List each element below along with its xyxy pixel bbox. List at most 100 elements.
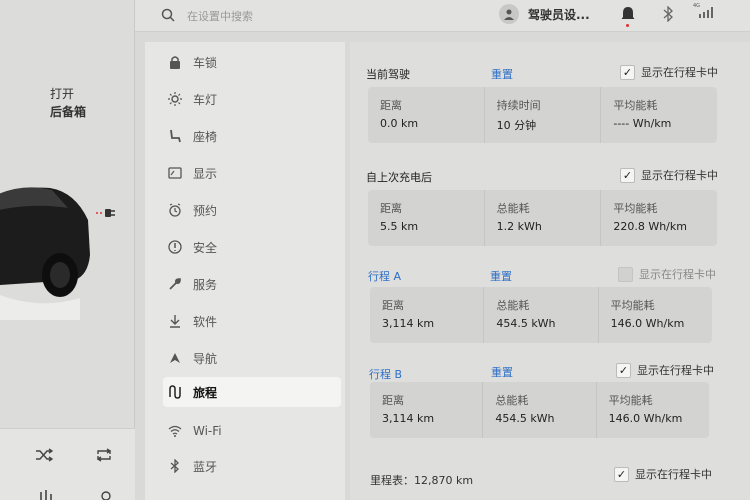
stat-value: 3,114 km xyxy=(382,317,435,330)
charge-port-icon[interactable] xyxy=(96,205,116,221)
repeat-icon[interactable] xyxy=(92,443,116,467)
odometer-reading: 里程表：12,870 km xyxy=(370,474,474,487)
trip-b-show-toggle[interactable]: ✓ 显示在行程卡中 xyxy=(616,362,714,378)
trip-b-stats: 距离 3,114 km 总能耗 454.5 kWh 平均能耗 146.0 Wh/… xyxy=(370,382,709,438)
stat-key: 距离 xyxy=(380,99,402,112)
trip-b-reset-link[interactable]: 重置 xyxy=(491,364,513,380)
current-drive-title: 当前驾驶 xyxy=(366,68,410,81)
checkbox-unchecked[interactable] xyxy=(618,266,633,282)
download-icon xyxy=(167,313,183,329)
stat-key: 持续时间 xyxy=(496,99,541,112)
stat-duration: 持续时间 10 分钟 xyxy=(485,87,602,143)
current-drive-stats: 距离 0.0 km 持续时间 10 分钟 平均能耗 ---- Wh/km xyxy=(368,87,717,143)
trip-a-title: 行程 A xyxy=(368,270,402,283)
stat-avg-energy: 平均能耗 220.8 Wh/km xyxy=(601,190,717,246)
trips-panel: 当前驾驶 ✓ 显示在行程卡中 重置 距离 0.0 km 持续时间 10 分钟 平… xyxy=(350,42,750,500)
current-drive-reset-link[interactable]: 重置 xyxy=(491,66,513,82)
media-search-icon[interactable] xyxy=(94,483,118,500)
trip-a-show-toggle[interactable]: 显示在行程卡中 xyxy=(618,266,716,282)
stat-value: 0.0 km xyxy=(380,117,419,130)
menu-item-seats[interactable]: 座椅 xyxy=(163,120,341,152)
stat-key: 总能耗 xyxy=(496,299,530,312)
signal-icon xyxy=(699,7,713,18)
search-icon xyxy=(161,8,175,22)
stat-value: 10 分钟 xyxy=(496,119,537,132)
car-panel: 打开 后备箱 xyxy=(0,0,135,500)
menu-item-lights[interactable]: 车灯 xyxy=(163,83,341,115)
menu-item-bluetooth[interactable]: 蓝牙 xyxy=(163,450,341,482)
menu-item-software[interactable]: 软件 xyxy=(163,305,341,337)
menu-item-safety[interactable]: 安全 xyxy=(163,231,341,263)
stat-key: 平均能耗 xyxy=(608,394,653,407)
stat-distance: 距离 0.0 km xyxy=(368,87,485,143)
media-controls xyxy=(0,428,135,500)
stat-key: 平均能耗 xyxy=(613,202,658,215)
menu-item-service[interactable]: 服务 xyxy=(163,268,341,300)
search-input[interactable] xyxy=(187,6,407,26)
bluetooth-icon[interactable] xyxy=(662,6,674,22)
stat-value: 146.0 Wh/km xyxy=(610,317,685,330)
show-label: 显示在行程卡中 xyxy=(639,268,716,281)
menu-item-locks[interactable]: 车锁 xyxy=(163,46,341,78)
display-icon xyxy=(167,165,183,181)
stat-distance: 距离 3,114 km xyxy=(370,382,484,438)
equalizer-icon[interactable] xyxy=(34,483,58,500)
menu-item-wifi[interactable]: Wi-Fi xyxy=(163,415,341,447)
since-charge-title: 自上次充电后 xyxy=(366,171,432,184)
stat-value: 146.0 Wh/km xyxy=(608,412,683,425)
stat-avg-energy: 平均能耗 146.0 Wh/km xyxy=(599,287,712,343)
stat-distance: 距离 5.5 km xyxy=(368,190,485,246)
current-drive-show-toggle[interactable]: ✓ 显示在行程卡中 xyxy=(620,64,718,80)
checkbox-checked[interactable]: ✓ xyxy=(620,167,635,183)
stat-avg-energy: 平均能耗 ---- Wh/km xyxy=(601,87,717,143)
schedule-icon xyxy=(167,202,183,218)
car-image xyxy=(0,187,90,320)
menu-label: 旅程 xyxy=(193,385,218,400)
menu-item-schedule[interactable]: 预约 xyxy=(163,194,341,226)
avatar-icon[interactable] xyxy=(499,4,519,24)
stat-avg-energy: 平均能耗 146.0 Wh/km xyxy=(597,382,709,438)
checkbox-checked[interactable]: ✓ xyxy=(614,466,629,482)
stat-total-energy: 总能耗 1.2 kWh xyxy=(485,190,602,246)
wifi-icon xyxy=(167,423,183,439)
stat-total-energy: 总能耗 454.5 kWh xyxy=(483,382,597,438)
stat-key: 距离 xyxy=(380,202,402,215)
stat-key: 平均能耗 xyxy=(610,299,655,312)
bell-icon[interactable] xyxy=(621,5,635,23)
safety-icon xyxy=(167,239,183,255)
trunk-label-line1: 打开 xyxy=(50,87,75,101)
stat-key: 平均能耗 xyxy=(613,99,658,112)
stat-key: 总能耗 xyxy=(495,394,529,407)
odometer-show-toggle[interactable]: ✓ 显示在行程卡中 xyxy=(614,466,712,482)
shuffle-icon[interactable] xyxy=(32,443,56,467)
stat-value: 220.8 Wh/km xyxy=(613,220,687,233)
light-icon xyxy=(167,91,183,107)
stat-value: ---- Wh/km xyxy=(613,117,672,130)
show-label: 显示在行程卡中 xyxy=(641,66,718,79)
show-label: 显示在行程卡中 xyxy=(641,169,718,182)
driver-profile-name[interactable]: 驾驶员设... xyxy=(528,6,590,23)
navigation-icon xyxy=(167,350,183,366)
menu-item-navigation[interactable]: 导航 xyxy=(163,342,341,374)
trip-a-stats: 距离 3,114 km 总能耗 454.5 kWh 平均能耗 146.0 Wh/… xyxy=(370,287,712,343)
menu-label: 车锁 xyxy=(193,55,218,70)
menu-label: 显示 xyxy=(193,166,218,181)
since-charge-show-toggle[interactable]: ✓ 显示在行程卡中 xyxy=(620,167,718,183)
trip-a-reset-link[interactable]: 重置 xyxy=(490,268,512,284)
stat-key: 总能耗 xyxy=(496,202,530,215)
checkbox-checked[interactable]: ✓ xyxy=(616,362,631,378)
stat-distance: 距离 3,114 km xyxy=(370,287,485,343)
seat-icon xyxy=(167,128,183,144)
lock-icon xyxy=(167,54,183,70)
menu-label: 服务 xyxy=(193,277,218,292)
open-trunk-button[interactable]: 打开 后备箱 xyxy=(50,85,86,121)
bluetooth-icon xyxy=(167,458,183,474)
menu-item-trips[interactable]: 旅程 xyxy=(163,377,341,407)
menu-item-display[interactable]: 显示 xyxy=(163,157,341,189)
stat-value: 5.5 km xyxy=(380,220,419,233)
stat-value: 1.2 kWh xyxy=(496,220,542,233)
show-label: 显示在行程卡中 xyxy=(637,364,714,377)
menu-label: 安全 xyxy=(193,240,218,255)
checkbox-checked[interactable]: ✓ xyxy=(620,64,635,80)
stat-value: 3,114 km xyxy=(382,412,435,425)
